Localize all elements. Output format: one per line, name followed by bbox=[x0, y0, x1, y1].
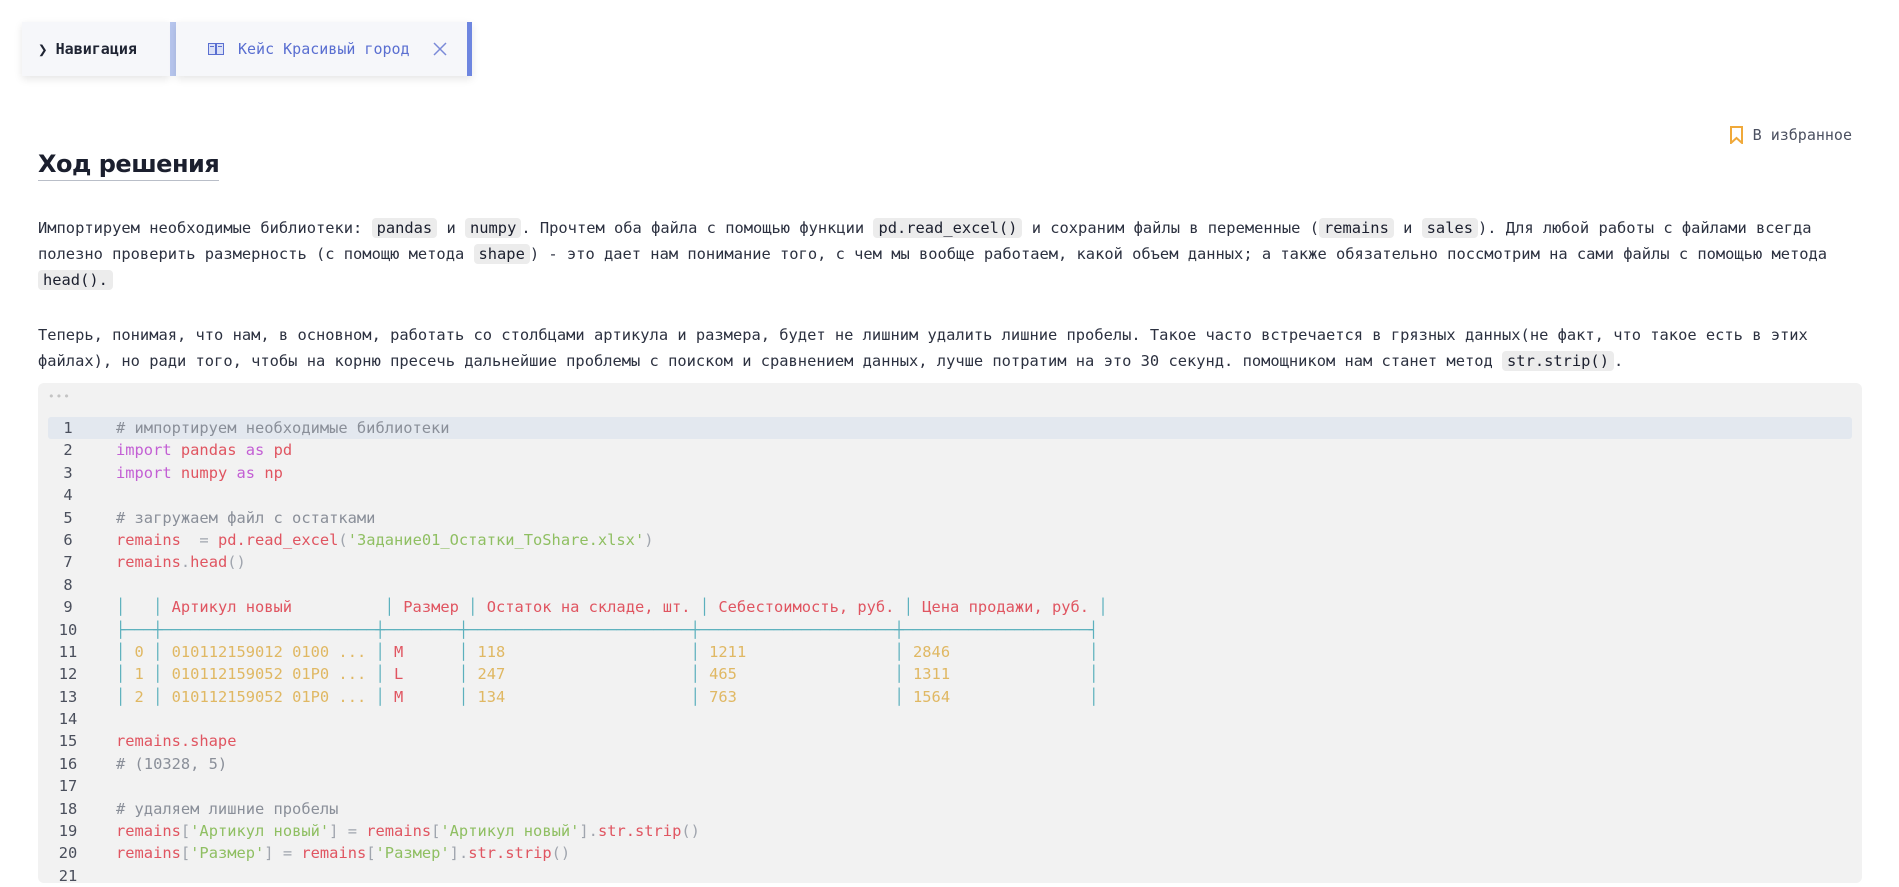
inline-code: head(). bbox=[38, 270, 113, 290]
code-line: 17 bbox=[58, 777, 78, 796]
code-line: 4 bbox=[63, 486, 73, 505]
bookmark-icon bbox=[1729, 126, 1743, 144]
code-block[interactable]: ••• 1 # импортируем необходимые библиотек… bbox=[38, 383, 1862, 885]
code-line: 20 remains['Размер'] = remains['Размер'].… bbox=[58, 844, 571, 863]
tab-bar: ❯ Навигация Кейс Красивый город bbox=[22, 22, 472, 76]
tab-case[interactable]: Кейс Красивый город bbox=[176, 22, 472, 76]
tab-navigation[interactable]: ❯ Навигация bbox=[22, 22, 170, 76]
table-row: 11 │ 0 │ 010112159012 0100 ... │ M │ 118 … bbox=[58, 642, 1099, 661]
inline-code: pd.read_excel() bbox=[873, 218, 1023, 238]
code-line: 15 remains.shape bbox=[58, 732, 237, 751]
book-icon bbox=[208, 43, 224, 55]
code-line: 5 # загружаем файл с остатками bbox=[63, 508, 376, 527]
add-to-favorites-button[interactable]: В избранное bbox=[1729, 126, 1852, 144]
code-line: 10 ├───┼───────────────────────┼────────┼… bbox=[58, 620, 1099, 639]
favorite-label: В избранное bbox=[1752, 126, 1852, 144]
table-row: 12 │ 1 │ 010112159052 01P0 ... │ L │ 247 … bbox=[58, 665, 1099, 684]
chevron-right-icon: ❯ bbox=[38, 39, 48, 59]
page-title: Ход решения bbox=[38, 150, 220, 181]
code-lines: 1 # импортируем необходимые библиотеки 2i… bbox=[48, 417, 1852, 887]
code-line: 19 remains['Артикул новый'] = remains['Ар… bbox=[58, 822, 700, 841]
window-dots-icon: ••• bbox=[48, 390, 71, 403]
inline-code: sales bbox=[1421, 218, 1478, 238]
inline-code: numpy bbox=[465, 218, 522, 238]
code-line: 14 bbox=[58, 710, 78, 729]
code-line: 1 # импортируем необходимые библиотеки bbox=[48, 417, 1852, 440]
inline-code: shape bbox=[473, 244, 530, 264]
code-line: 8 bbox=[63, 575, 73, 594]
paragraph-strip: Теперь, понимая, что нам, в основном, ра… bbox=[38, 326, 1808, 371]
table-row: 13 │ 2 │ 010112159052 01P0 ... │ M │ 134 … bbox=[58, 687, 1099, 706]
code-line: 7 remains.head() bbox=[63, 553, 246, 572]
code-line: 2 import pandas as pd bbox=[63, 441, 293, 460]
close-icon[interactable] bbox=[432, 41, 448, 57]
inline-code: str.strip() bbox=[1502, 351, 1614, 371]
inline-code: pandas bbox=[371, 218, 438, 238]
code-line: 16 # (10328, 5) bbox=[58, 754, 228, 773]
inline-code: remains bbox=[1318, 218, 1394, 238]
code-line: 6 remains = pd.read_excel('Задание01_Оста… bbox=[63, 530, 654, 549]
code-line: 21 bbox=[58, 866, 78, 885]
code-line: 9 │ │ Артикул новый │ Размер │ Остаток на… bbox=[63, 598, 1108, 617]
tab-case-label: Кейс Красивый город bbox=[238, 40, 410, 58]
code-line: 18 # удаляем лишние пробелы bbox=[58, 799, 339, 818]
paragraph-intro: Импортируем необходимые библиотеки: pand… bbox=[38, 218, 1828, 290]
tab-navigation-label: Навигация bbox=[55, 40, 137, 58]
code-line: 3 import numpy as np bbox=[63, 463, 283, 482]
